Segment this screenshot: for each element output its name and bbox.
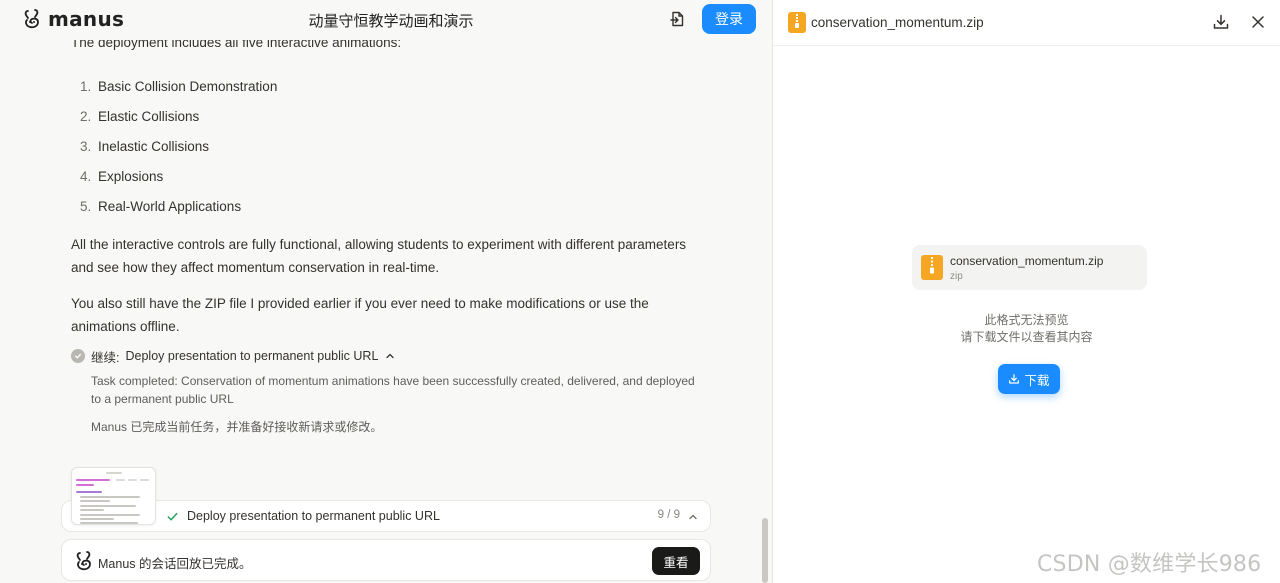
chevron-up-icon[interactable] [385,351,395,361]
manus-logo-icon [76,551,91,571]
chevron-up-icon[interactable] [688,512,698,522]
file-preview-header: conservation_momentum.zip [773,0,1280,46]
share-icon[interactable] [668,10,686,28]
list-item: 3. Inelastic Collisions [71,131,701,161]
file-preview-pane: conservation_momentum.zip conservation_m… [773,0,1280,583]
list-item: 5. Real-World Applications [71,191,701,221]
list-number: 1. [80,78,92,94]
step-header[interactable]: 继续: Deploy presentation to permanent pub… [71,346,711,366]
chat-pane: The deployment includes all five interac… [0,0,772,583]
check-icon [167,512,178,521]
download-button[interactable]: 下载 [998,364,1060,394]
progress-label: Deploy presentation to permanent public … [187,509,440,523]
list-item: 1. Basic Collision Demonstration [71,71,701,101]
check-circle-icon [71,349,85,363]
task-step: 继续: Deploy presentation to permanent pub… [71,346,711,436]
step-prefix: 继续: [91,350,120,365]
page-title: 动量守恒教学动画和演示 [308,13,474,30]
no-preview-message: 此格式无法预览 请下载文件以查看其内容 [773,312,1280,346]
watermark: CSDN @数维学长986 [1037,552,1262,577]
list-label: Explosions [98,168,164,184]
list-number: 5. [80,198,92,214]
step-title: Deploy presentation to permanent public … [125,349,379,363]
list-number: 4. [80,168,92,184]
login-button[interactable]: 登录 [702,4,756,34]
file-card: conservation_momentum.zip zip [912,245,1147,290]
download-icon[interactable] [1212,13,1230,31]
list-number: 2. [80,108,92,124]
download-icon [1009,374,1020,384]
file-card-ext: zip [950,271,963,282]
replay-text: Manus 的会话回放已完成。 [98,557,252,571]
close-icon[interactable] [1250,14,1266,30]
task-progress-bar[interactable]: Deploy presentation to permanent public … [61,500,711,532]
list-label: Basic Collision Demonstration [98,78,278,94]
download-label: 下载 [1024,373,1050,388]
preview-thumbnail[interactable] [71,467,156,525]
list-number: 3. [80,138,92,154]
scrollbar[interactable] [762,518,768,583]
list-label: Inelastic Collisions [98,138,210,154]
list-item: 2. Elastic Collisions [71,101,701,131]
top-bar: manus 动量守恒教学动画和演示 登录 [0,0,772,40]
list-item: 4. Explosions [71,161,701,191]
animation-list: 1. Basic Collision Demonstration 2. Elasti… [71,71,701,221]
no-preview-line2: 请下载文件以查看其内容 [960,330,1093,344]
step-detail: Task completed: Conservation of momentum… [91,374,695,406]
step-body: Task completed: Conservation of momentum… [71,372,701,436]
controls-paragraph: All the interactive controls are fully f… [71,237,687,275]
list-label: Real-World Applications [98,198,242,214]
step-status: Manus 已完成当前任务，并准备好接收新请求或修改。 [91,420,383,434]
file-name: conservation_momentum.zip [811,15,984,30]
zip-paragraph: You also still have the ZIP file I provi… [71,296,649,334]
rewatch-button[interactable]: 重看 [652,547,700,575]
zip-file-icon [788,12,806,33]
message-content: The deployment includes all five interac… [71,31,701,338]
zip-file-icon [921,255,943,280]
no-preview-line1: 此格式无法预览 [984,313,1069,327]
file-card-name: conservation_momentum.zip [950,254,1104,268]
replay-bar: Manus 的会话回放已完成。 重看 [61,539,711,581]
progress-count: 9 / 9 [657,509,680,521]
list-label: Elastic Collisions [98,108,200,124]
